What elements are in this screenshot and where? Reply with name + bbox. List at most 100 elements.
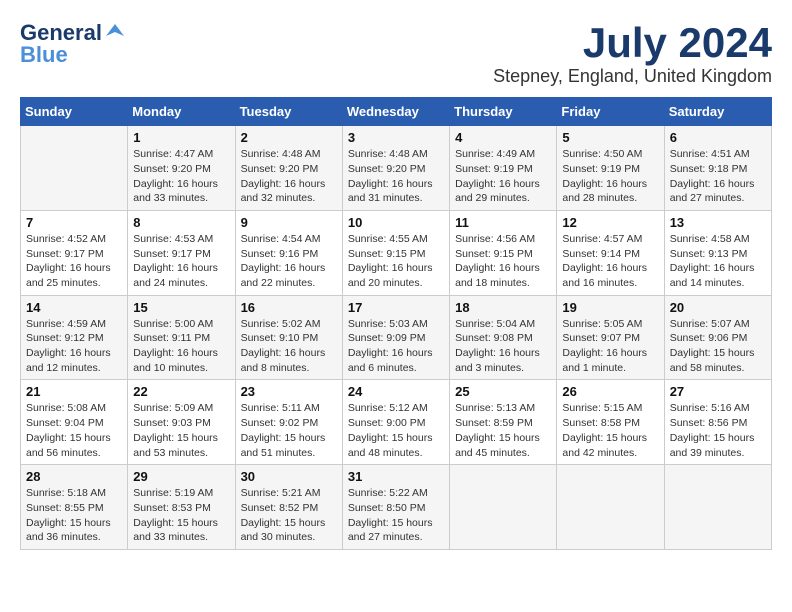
weekday-header-friday: Friday: [557, 98, 664, 126]
day-info: Sunrise: 4:49 AM Sunset: 9:19 PM Dayligh…: [455, 147, 551, 206]
day-info: Sunrise: 5:02 AM Sunset: 9:10 PM Dayligh…: [241, 317, 337, 376]
day-number: 13: [670, 215, 766, 230]
day-info: Sunrise: 5:13 AM Sunset: 8:59 PM Dayligh…: [455, 401, 551, 460]
calendar-day-cell: 16 Sunrise: 5:02 AM Sunset: 9:10 PM Dayli…: [235, 295, 342, 380]
empty-cell: [557, 465, 664, 550]
weekday-header-row: SundayMondayTuesdayWednesdayThursdayFrid…: [21, 98, 772, 126]
calendar-week-row: 1 Sunrise: 4:47 AM Sunset: 9:20 PM Daylig…: [21, 126, 772, 211]
weekday-header-tuesday: Tuesday: [235, 98, 342, 126]
day-info: Sunrise: 5:09 AM Sunset: 9:03 PM Dayligh…: [133, 401, 229, 460]
day-info: Sunrise: 4:50 AM Sunset: 9:19 PM Dayligh…: [562, 147, 658, 206]
page-header: General Blue July 2024 Stepney, England,…: [20, 20, 772, 87]
calendar-body: 1 Sunrise: 4:47 AM Sunset: 9:20 PM Daylig…: [21, 126, 772, 550]
month-year-title: July 2024: [493, 20, 772, 66]
calendar-header: SundayMondayTuesdayWednesdayThursdayFrid…: [21, 98, 772, 126]
day-info: Sunrise: 4:55 AM Sunset: 9:15 PM Dayligh…: [348, 232, 444, 291]
day-number: 3: [348, 130, 444, 145]
calendar-day-cell: 21Sunrise: 5:08 AM Sunset: 9:04 PM Dayli…: [21, 380, 128, 465]
calendar-day-cell: 15 Sunrise: 5:00 AM Sunset: 9:11 PM Dayli…: [128, 295, 235, 380]
day-info: Sunrise: 5:04 AM Sunset: 9:08 PM Dayligh…: [455, 317, 551, 376]
day-info: Sunrise: 4:53 AM Sunset: 9:17 PM Dayligh…: [133, 232, 229, 291]
calendar-day-cell: 11 Sunrise: 4:56 AM Sunset: 9:15 PM Dayli…: [450, 210, 557, 295]
day-number: 22: [133, 384, 229, 399]
day-number: 27: [670, 384, 766, 399]
day-number: 9: [241, 215, 337, 230]
calendar-day-cell: 27 Sunrise: 5:16 AM Sunset: 8:56 PM Dayli…: [664, 380, 771, 465]
calendar-week-row: 7Sunrise: 4:52 AM Sunset: 9:17 PM Daylig…: [21, 210, 772, 295]
day-number: 30: [241, 469, 337, 484]
day-info: Sunrise: 5:03 AM Sunset: 9:09 PM Dayligh…: [348, 317, 444, 376]
calendar-day-cell: 13 Sunrise: 4:58 AM Sunset: 9:13 PM Dayli…: [664, 210, 771, 295]
day-info: Sunrise: 5:15 AM Sunset: 8:58 PM Dayligh…: [562, 401, 658, 460]
day-number: 23: [241, 384, 337, 399]
calendar-week-row: 21Sunrise: 5:08 AM Sunset: 9:04 PM Dayli…: [21, 380, 772, 465]
calendar-day-cell: 17 Sunrise: 5:03 AM Sunset: 9:09 PM Dayli…: [342, 295, 449, 380]
day-number: 29: [133, 469, 229, 484]
day-info: Sunrise: 5:21 AM Sunset: 8:52 PM Dayligh…: [241, 486, 337, 545]
logo-blue-text: Blue: [20, 42, 68, 68]
calendar-day-cell: 14 Sunrise: 4:59 AM Sunset: 9:12 PM Dayli…: [21, 295, 128, 380]
empty-cell: [21, 126, 128, 211]
day-info: Sunrise: 5:18 AM Sunset: 8:55 PM Dayligh…: [26, 486, 122, 545]
title-area: July 2024 Stepney, England, United Kingd…: [493, 20, 772, 87]
day-info: Sunrise: 5:12 AM Sunset: 9:00 PM Dayligh…: [348, 401, 444, 460]
day-info: Sunrise: 4:48 AM Sunset: 9:20 PM Dayligh…: [348, 147, 444, 206]
day-info: Sunrise: 5:16 AM Sunset: 8:56 PM Dayligh…: [670, 401, 766, 460]
calendar-day-cell: 29 Sunrise: 5:19 AM Sunset: 8:53 PM Dayli…: [128, 465, 235, 550]
day-info: Sunrise: 5:22 AM Sunset: 8:50 PM Dayligh…: [348, 486, 444, 545]
day-number: 10: [348, 215, 444, 230]
calendar-day-cell: 20 Sunrise: 5:07 AM Sunset: 9:06 PM Dayli…: [664, 295, 771, 380]
day-info: Sunrise: 4:51 AM Sunset: 9:18 PM Dayligh…: [670, 147, 766, 206]
day-number: 6: [670, 130, 766, 145]
calendar-day-cell: 2Sunrise: 4:48 AM Sunset: 9:20 PM Daylig…: [235, 126, 342, 211]
day-info: Sunrise: 5:07 AM Sunset: 9:06 PM Dayligh…: [670, 317, 766, 376]
calendar-table: SundayMondayTuesdayWednesdayThursdayFrid…: [20, 97, 772, 550]
calendar-day-cell: 26Sunrise: 5:15 AM Sunset: 8:58 PM Dayli…: [557, 380, 664, 465]
empty-cell: [664, 465, 771, 550]
day-info: Sunrise: 5:11 AM Sunset: 9:02 PM Dayligh…: [241, 401, 337, 460]
day-info: Sunrise: 5:05 AM Sunset: 9:07 PM Dayligh…: [562, 317, 658, 376]
day-info: Sunrise: 4:57 AM Sunset: 9:14 PM Dayligh…: [562, 232, 658, 291]
calendar-day-cell: 7Sunrise: 4:52 AM Sunset: 9:17 PM Daylig…: [21, 210, 128, 295]
day-number: 5: [562, 130, 658, 145]
day-number: 15: [133, 300, 229, 315]
day-number: 28: [26, 469, 122, 484]
empty-cell: [450, 465, 557, 550]
weekday-header-monday: Monday: [128, 98, 235, 126]
day-info: Sunrise: 5:19 AM Sunset: 8:53 PM Dayligh…: [133, 486, 229, 545]
day-info: Sunrise: 4:58 AM Sunset: 9:13 PM Dayligh…: [670, 232, 766, 291]
calendar-week-row: 28 Sunrise: 5:18 AM Sunset: 8:55 PM Dayli…: [21, 465, 772, 550]
day-number: 31: [348, 469, 444, 484]
calendar-day-cell: 1 Sunrise: 4:47 AM Sunset: 9:20 PM Daylig…: [128, 126, 235, 211]
calendar-day-cell: 4Sunrise: 4:49 AM Sunset: 9:19 PM Daylig…: [450, 126, 557, 211]
day-info: Sunrise: 5:00 AM Sunset: 9:11 PM Dayligh…: [133, 317, 229, 376]
weekday-header-wednesday: Wednesday: [342, 98, 449, 126]
location-subtitle: Stepney, England, United Kingdom: [493, 66, 772, 87]
day-number: 11: [455, 215, 551, 230]
day-info: Sunrise: 4:59 AM Sunset: 9:12 PM Dayligh…: [26, 317, 122, 376]
calendar-week-row: 14 Sunrise: 4:59 AM Sunset: 9:12 PM Dayli…: [21, 295, 772, 380]
day-number: 16: [241, 300, 337, 315]
day-info: Sunrise: 4:47 AM Sunset: 9:20 PM Dayligh…: [133, 147, 229, 206]
day-number: 18: [455, 300, 551, 315]
day-number: 20: [670, 300, 766, 315]
day-number: 7: [26, 215, 122, 230]
calendar-day-cell: 6 Sunrise: 4:51 AM Sunset: 9:18 PM Daylig…: [664, 126, 771, 211]
calendar-day-cell: 23 Sunrise: 5:11 AM Sunset: 9:02 PM Dayli…: [235, 380, 342, 465]
calendar-day-cell: 8Sunrise: 4:53 AM Sunset: 9:17 PM Daylig…: [128, 210, 235, 295]
day-info: Sunrise: 4:56 AM Sunset: 9:15 PM Dayligh…: [455, 232, 551, 291]
day-info: Sunrise: 4:54 AM Sunset: 9:16 PM Dayligh…: [241, 232, 337, 291]
calendar-day-cell: 5 Sunrise: 4:50 AM Sunset: 9:19 PM Daylig…: [557, 126, 664, 211]
calendar-day-cell: 10 Sunrise: 4:55 AM Sunset: 9:15 PM Dayli…: [342, 210, 449, 295]
calendar-day-cell: 24Sunrise: 5:12 AM Sunset: 9:00 PM Dayli…: [342, 380, 449, 465]
calendar-day-cell: 19Sunrise: 5:05 AM Sunset: 9:07 PM Dayli…: [557, 295, 664, 380]
day-number: 14: [26, 300, 122, 315]
day-number: 1: [133, 130, 229, 145]
day-number: 17: [348, 300, 444, 315]
calendar-day-cell: 28 Sunrise: 5:18 AM Sunset: 8:55 PM Dayli…: [21, 465, 128, 550]
calendar-day-cell: 3 Sunrise: 4:48 AM Sunset: 9:20 PM Daylig…: [342, 126, 449, 211]
calendar-day-cell: 22 Sunrise: 5:09 AM Sunset: 9:03 PM Dayli…: [128, 380, 235, 465]
calendar-day-cell: 25Sunrise: 5:13 AM Sunset: 8:59 PM Dayli…: [450, 380, 557, 465]
logo: General Blue: [20, 20, 126, 68]
calendar-day-cell: 9 Sunrise: 4:54 AM Sunset: 9:16 PM Daylig…: [235, 210, 342, 295]
